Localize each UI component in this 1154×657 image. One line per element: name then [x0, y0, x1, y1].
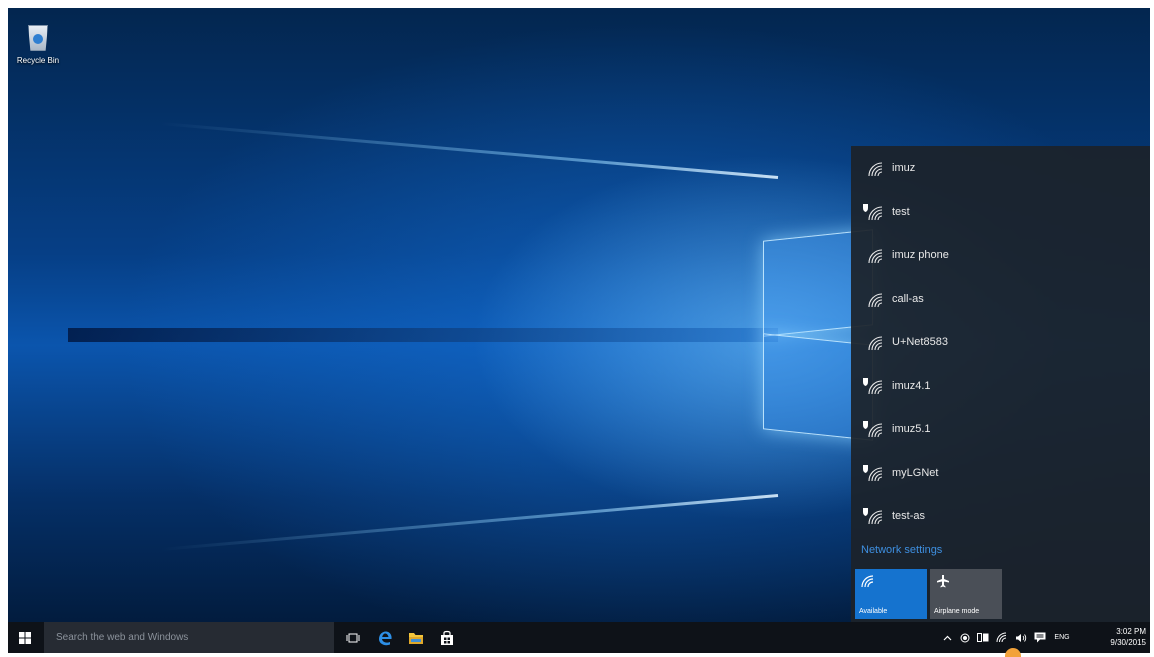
search-box[interactable]	[44, 622, 334, 653]
network-item[interactable]: imuz	[851, 146, 1150, 190]
start-button[interactable]	[8, 622, 42, 653]
airplane-icon	[937, 575, 949, 588]
network-item[interactable]: test	[851, 190, 1150, 234]
edge-icon	[379, 630, 392, 645]
language-indicator: ENG	[1054, 634, 1070, 641]
search-input[interactable]	[44, 632, 334, 643]
secured-wifi-icon	[863, 203, 883, 220]
network-name: test	[892, 205, 910, 218]
network-name: U+Net8583	[892, 336, 948, 348]
clock[interactable]: 3:02 PM 9/30/2015	[1110, 626, 1146, 648]
network-name: myLGNet	[892, 466, 939, 479]
network-name: call-as	[892, 292, 924, 305]
network-item[interactable]: imuz5.1	[851, 407, 1150, 451]
network-settings-link[interactable]: Network settings	[861, 544, 942, 556]
show-hidden-icons-button[interactable]	[940, 622, 954, 653]
airplane-mode-tile[interactable]: Airplane mode	[930, 569, 1002, 619]
speaker-icon	[1016, 633, 1027, 642]
wifi-icon	[861, 575, 874, 588]
tray-app-button[interactable]	[958, 622, 972, 653]
secured-wifi-icon	[863, 508, 883, 525]
wifi-icon	[868, 336, 883, 351]
wallpaper-beam	[68, 328, 778, 342]
edge-browser-button[interactable]	[370, 622, 400, 653]
wifi-icon	[996, 632, 1007, 643]
record-icon	[960, 633, 970, 642]
store-button[interactable]	[432, 622, 462, 653]
wifi-tile-label: Available	[859, 608, 888, 615]
network-name: imuz5.1	[892, 423, 931, 435]
recycle-bin-icon	[23, 20, 53, 52]
network-item[interactable]: myLGNet	[851, 451, 1150, 495]
network-name: imuz4.1	[892, 379, 931, 392]
action-center-button[interactable]	[1032, 622, 1048, 653]
clock-date: 9/30/2015	[1110, 638, 1146, 647]
notification-icon	[1034, 632, 1046, 643]
secured-wifi-icon	[863, 421, 883, 438]
wallpaper-beam	[160, 121, 779, 179]
taskbar: ENG 3:02 PM 9/30/2015	[8, 622, 1150, 653]
store-icon	[441, 630, 453, 645]
recycle-bin-shortcut[interactable]: Recycle Bin	[10, 20, 66, 65]
wifi-toggle-tile[interactable]: Available	[855, 569, 927, 619]
network-item[interactable]: call-as	[851, 277, 1150, 321]
wifi-icon	[868, 249, 883, 264]
network-item[interactable]: imuz4.1	[851, 364, 1150, 408]
network-item[interactable]: test-as	[851, 494, 1150, 538]
folder-icon	[409, 632, 423, 644]
clock-time: 3:02 PM	[1116, 627, 1146, 636]
recycle-bin-label: Recycle Bin	[16, 56, 60, 65]
task-view-icon	[346, 633, 360, 642]
secured-wifi-icon	[863, 464, 883, 481]
windows-logo-icon	[19, 631, 31, 644]
network-name: test-as	[892, 510, 926, 522]
tray-app-icon	[977, 633, 989, 642]
task-view-button[interactable]	[338, 622, 368, 653]
file-explorer-button[interactable]	[401, 622, 431, 653]
network-name: imuz phone	[892, 249, 949, 261]
wifi-icon	[868, 162, 883, 177]
touch-indicator	[1005, 648, 1021, 657]
chevron-up-icon	[943, 635, 951, 640]
secured-wifi-icon	[863, 377, 883, 394]
wallpaper-beam	[160, 494, 779, 552]
tray-app-button[interactable]	[975, 622, 991, 653]
input-language-button[interactable]: ENG	[1051, 622, 1073, 653]
network-item[interactable]: U+Net8583	[851, 320, 1150, 364]
airplane-tile-label: Airplane mode	[934, 608, 980, 615]
network-flyout: imuz test imuz phone call-as U+Net8583 imuz4.…	[851, 146, 1150, 622]
network-item[interactable]: imuz phone	[851, 233, 1150, 277]
network-name: imuz	[892, 162, 916, 174]
wifi-icon	[868, 292, 883, 307]
